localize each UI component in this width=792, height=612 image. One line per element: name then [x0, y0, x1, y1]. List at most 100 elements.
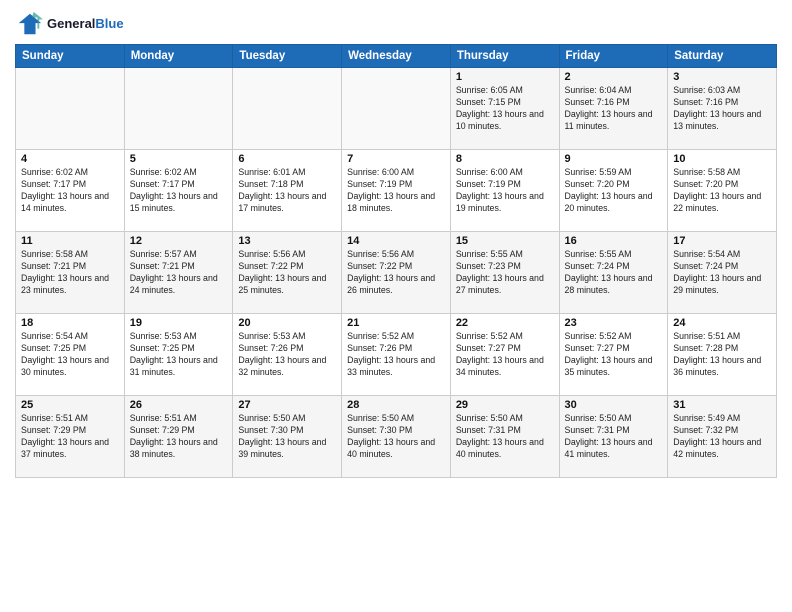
day-number: 4 — [21, 153, 119, 165]
calendar-cell: 17 Sunrise: 5:54 AM Sunset: 7:24 PM Dayli… — [668, 232, 777, 314]
day-number: 17 — [673, 235, 771, 247]
day-number: 16 — [565, 235, 663, 247]
cell-info: Sunrise: 6:02 AM Sunset: 7:17 PM Dayligh… — [21, 167, 119, 215]
day-number: 31 — [673, 399, 771, 411]
day-number: 3 — [673, 71, 771, 83]
weekday-wednesday: Wednesday — [342, 45, 451, 68]
cell-info: Sunrise: 6:05 AM Sunset: 7:15 PM Dayligh… — [456, 85, 554, 133]
cell-info: Sunrise: 5:51 AM Sunset: 7:29 PM Dayligh… — [130, 413, 228, 461]
calendar-cell: 29Sunrise: 5:50 AM Sunset: 7:31 PM Dayli… — [450, 396, 559, 478]
cell-info: Sunrise: 5:59 AM Sunset: 7:20 PM Dayligh… — [565, 167, 663, 215]
logo-icon — [15, 10, 43, 38]
day-number: 22 — [456, 317, 554, 329]
calendar-table: SundayMondayTuesdayWednesdayThursdayFrid… — [15, 44, 777, 478]
cell-info: Sunrise: 5:51 AM Sunset: 7:28 PM Dayligh… — [673, 331, 771, 379]
cell-info: Sunrise: 5:58 AM Sunset: 7:21 PM Dayligh… — [21, 249, 119, 297]
day-number: 23 — [565, 317, 663, 329]
day-number: 20 — [238, 317, 336, 329]
calendar-cell: 26 Sunrise: 5:51 AM Sunset: 7:29 PM Dayli… — [124, 396, 233, 478]
calendar-cell: 10 Sunrise: 5:58 AM Sunset: 7:20 PM Dayli… — [668, 150, 777, 232]
calendar-cell: 24 Sunrise: 5:51 AM Sunset: 7:28 PM Dayli… — [668, 314, 777, 396]
calendar-cell: 12 Sunrise: 5:57 AM Sunset: 7:21 PM Dayli… — [124, 232, 233, 314]
day-number: 5 — [130, 153, 228, 165]
calendar-cell — [233, 68, 342, 150]
calendar-cell: 3 Sunrise: 6:03 AM Sunset: 7:16 PM Daylig… — [668, 68, 777, 150]
day-number: 2 — [565, 71, 663, 83]
calendar-cell: 31 Sunrise: 5:49 AM Sunset: 7:32 PM Dayli… — [668, 396, 777, 478]
cell-info: Sunrise: 5:50 AM Sunset: 7:30 PM Dayligh… — [347, 413, 445, 461]
day-number: 19 — [130, 317, 228, 329]
calendar-cell: 30 Sunrise: 5:50 AM Sunset: 7:31 PM Dayli… — [559, 396, 668, 478]
day-number: 28 — [347, 399, 445, 411]
weekday-saturday: Saturday — [668, 45, 777, 68]
cell-info: Sunrise: 6:01 AM Sunset: 7:18 PM Dayligh… — [238, 167, 336, 215]
cell-info: Sunrise: 5:54 AM Sunset: 7:25 PM Dayligh… — [21, 331, 119, 379]
weekday-tuesday: Tuesday — [233, 45, 342, 68]
logo-text: GeneralBlue — [47, 16, 124, 32]
logo: GeneralBlue — [15, 10, 124, 38]
calendar-cell: 25Sunrise: 5:51 AM Sunset: 7:29 PM Dayli… — [16, 396, 125, 478]
day-number: 7 — [347, 153, 445, 165]
cell-info: Sunrise: 6:02 AM Sunset: 7:17 PM Dayligh… — [130, 167, 228, 215]
day-number: 14 — [347, 235, 445, 247]
calendar-cell — [16, 68, 125, 150]
header: GeneralBlue — [15, 10, 777, 38]
cell-info: Sunrise: 5:49 AM Sunset: 7:32 PM Dayligh… — [673, 413, 771, 461]
day-number: 8 — [456, 153, 554, 165]
day-number: 15 — [456, 235, 554, 247]
weekday-header-row: SundayMondayTuesdayWednesdayThursdayFrid… — [16, 45, 777, 68]
cell-info: Sunrise: 5:50 AM Sunset: 7:31 PM Dayligh… — [565, 413, 663, 461]
calendar-page: GeneralBlue SundayMondayTuesdayWednesday… — [0, 0, 792, 612]
cell-info: Sunrise: 5:52 AM Sunset: 7:26 PM Dayligh… — [347, 331, 445, 379]
calendar-cell: 8Sunrise: 6:00 AM Sunset: 7:19 PM Daylig… — [450, 150, 559, 232]
cell-info: Sunrise: 5:58 AM Sunset: 7:20 PM Dayligh… — [673, 167, 771, 215]
day-number: 11 — [21, 235, 119, 247]
calendar-cell: 22Sunrise: 5:52 AM Sunset: 7:27 PM Dayli… — [450, 314, 559, 396]
calendar-cell: 14 Sunrise: 5:56 AM Sunset: 7:22 PM Dayli… — [342, 232, 451, 314]
week-row-4: 18 Sunrise: 5:54 AM Sunset: 7:25 PM Dayli… — [16, 314, 777, 396]
calendar-cell — [124, 68, 233, 150]
day-number: 24 — [673, 317, 771, 329]
cell-info: Sunrise: 6:04 AM Sunset: 7:16 PM Dayligh… — [565, 85, 663, 133]
day-number: 21 — [347, 317, 445, 329]
calendar-cell: 4 Sunrise: 6:02 AM Sunset: 7:17 PM Daylig… — [16, 150, 125, 232]
cell-info: Sunrise: 5:56 AM Sunset: 7:22 PM Dayligh… — [347, 249, 445, 297]
cell-info: Sunrise: 5:57 AM Sunset: 7:21 PM Dayligh… — [130, 249, 228, 297]
cell-info: Sunrise: 5:51 AM Sunset: 7:29 PM Dayligh… — [21, 413, 119, 461]
weekday-thursday: Thursday — [450, 45, 559, 68]
cell-info: Sunrise: 5:54 AM Sunset: 7:24 PM Dayligh… — [673, 249, 771, 297]
weekday-sunday: Sunday — [16, 45, 125, 68]
week-row-1: 1Sunrise: 6:05 AM Sunset: 7:15 PM Daylig… — [16, 68, 777, 150]
cell-info: Sunrise: 5:55 AM Sunset: 7:23 PM Dayligh… — [456, 249, 554, 297]
calendar-cell: 1Sunrise: 6:05 AM Sunset: 7:15 PM Daylig… — [450, 68, 559, 150]
cell-info: Sunrise: 6:03 AM Sunset: 7:16 PM Dayligh… — [673, 85, 771, 133]
weekday-friday: Friday — [559, 45, 668, 68]
calendar-cell: 9 Sunrise: 5:59 AM Sunset: 7:20 PM Daylig… — [559, 150, 668, 232]
day-number: 30 — [565, 399, 663, 411]
day-number: 18 — [21, 317, 119, 329]
cell-info: Sunrise: 5:55 AM Sunset: 7:24 PM Dayligh… — [565, 249, 663, 297]
calendar-cell: 7Sunrise: 6:00 AM Sunset: 7:19 PM Daylig… — [342, 150, 451, 232]
day-number: 26 — [130, 399, 228, 411]
calendar-cell: 16 Sunrise: 5:55 AM Sunset: 7:24 PM Dayli… — [559, 232, 668, 314]
calendar-cell: 21 Sunrise: 5:52 AM Sunset: 7:26 PM Dayli… — [342, 314, 451, 396]
cell-info: Sunrise: 5:56 AM Sunset: 7:22 PM Dayligh… — [238, 249, 336, 297]
day-number: 9 — [565, 153, 663, 165]
day-number: 13 — [238, 235, 336, 247]
calendar-cell: 13 Sunrise: 5:56 AM Sunset: 7:22 PM Dayli… — [233, 232, 342, 314]
calendar-cell: 6 Sunrise: 6:01 AM Sunset: 7:18 PM Daylig… — [233, 150, 342, 232]
calendar-cell: 19 Sunrise: 5:53 AM Sunset: 7:25 PM Dayli… — [124, 314, 233, 396]
calendar-cell: 27Sunrise: 5:50 AM Sunset: 7:30 PM Dayli… — [233, 396, 342, 478]
week-row-3: 11 Sunrise: 5:58 AM Sunset: 7:21 PM Dayli… — [16, 232, 777, 314]
day-number: 6 — [238, 153, 336, 165]
calendar-cell: 23Sunrise: 5:52 AM Sunset: 7:27 PM Dayli… — [559, 314, 668, 396]
cell-info: Sunrise: 5:50 AM Sunset: 7:30 PM Dayligh… — [238, 413, 336, 461]
cell-info: Sunrise: 5:53 AM Sunset: 7:26 PM Dayligh… — [238, 331, 336, 379]
week-row-2: 4 Sunrise: 6:02 AM Sunset: 7:17 PM Daylig… — [16, 150, 777, 232]
cell-info: Sunrise: 5:53 AM Sunset: 7:25 PM Dayligh… — [130, 331, 228, 379]
day-number: 29 — [456, 399, 554, 411]
calendar-cell: 28 Sunrise: 5:50 AM Sunset: 7:30 PM Dayli… — [342, 396, 451, 478]
day-number: 12 — [130, 235, 228, 247]
day-number: 10 — [673, 153, 771, 165]
calendar-cell: 15 Sunrise: 5:55 AM Sunset: 7:23 PM Dayli… — [450, 232, 559, 314]
